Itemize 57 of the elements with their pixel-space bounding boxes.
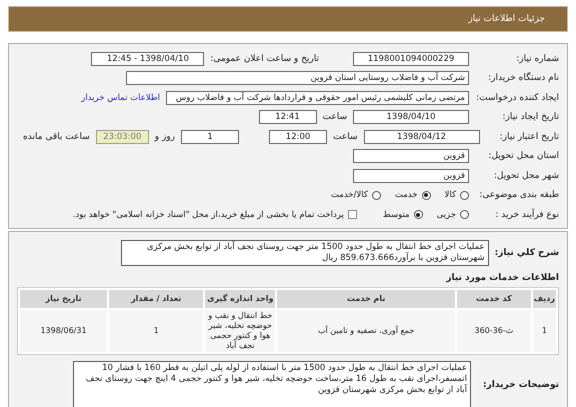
table-cell: خط انتقال و نقب و حوضچه تخلیه، شیر هوا و کنتور حجمی نجف آباد <box>205 310 276 352</box>
field-label: استان محل تحویل: <box>487 151 559 162</box>
buyer-org-field: شرکت آب و فاضلاب روستایی استان قزوین <box>126 71 469 86</box>
description-text: عملیات اجرای خط انتقال به طول حدود 1500 متر جهت روستای نجف آباد از توابع بخش مرکزی شهرستان قزوین با برآورد859.673.666 ریال <box>120 240 489 266</box>
field-label: شماره نیاز: <box>515 54 559 64</box>
announce-date-field: 1398/04/10 - 12:45 <box>91 52 204 66</box>
radio-label: خدمت <box>394 190 418 200</box>
radio-label: متوسط <box>382 210 410 220</box>
table-cell: 1 <box>109 310 204 352</box>
field-label: توضیحات خریدار: <box>483 380 559 390</box>
column-header: ردیف <box>532 290 556 308</box>
radio-label: کالا/خدمت <box>330 190 368 200</box>
buyer-contact-link[interactable]: اطلاعات تماس خریدار <box>81 92 160 103</box>
time-field: 12:00 <box>269 130 328 144</box>
radio-button[interactable] <box>372 190 381 200</box>
page-title: جزئیات اطلاعات نیاز <box>468 14 545 24</box>
field-label: طبقه بندی موضوعی: <box>478 190 559 200</box>
field-label: نام دستگاه خریدار: <box>487 73 559 84</box>
remaining-time-field: 23:03:00 <box>96 130 149 144</box>
table-cell: جمع آوری، تصفیه و تامین آب <box>277 310 456 352</box>
field-label: نوع فرآیند خرید : <box>494 210 559 220</box>
column-header: تعداد / مقدار <box>109 290 204 308</box>
column-header: کد خدمت <box>457 290 531 308</box>
field-label: ایجاد کننده درخواست: <box>475 92 559 103</box>
field-label: تاریخ اعتبار نیاز: <box>498 132 559 142</box>
time-label: ساعت <box>322 112 347 122</box>
radio-button[interactable] <box>422 190 431 200</box>
radio-button[interactable] <box>460 210 469 220</box>
date-field: 1398/04/12 <box>364 130 480 144</box>
column-header: تاریخ نیاز <box>20 290 107 308</box>
table-cell: 1398/06/31 <box>20 310 107 352</box>
days-field: 1 <box>181 130 240 144</box>
time-label: ساعت <box>333 132 358 142</box>
section-title: اطلاعات خدمات مورد نیاز <box>445 272 559 282</box>
time-field: 12:41 <box>258 110 316 124</box>
table-cell: ث-36-360 <box>457 310 531 352</box>
days-label: روز و <box>154 132 176 142</box>
radio-label: جزیی <box>436 210 456 220</box>
radio-button[interactable] <box>414 210 423 220</box>
field-label: شهر محل تحویل: <box>492 170 559 181</box>
field-label: تاریخ ایجاد نیاز: <box>501 112 559 122</box>
checkbox[interactable] <box>348 210 357 220</box>
buyer-notes-text: عملیات اجرای خط انتقال به طول حدود 1500 متر با استفاده از لوله پلی اتیلن به قطر 160 با فشار 10 اتمسفر،اجرای نقب به طول 16 متر،ساخت حوضچه تخلیه، شیر هوا و کنتور حجمی 4 اینچ جهت روستای نجف آباد از توابع بخش مرکزی شهرستان قزوین <box>73 360 472 407</box>
radio-label: کالا <box>444 190 456 200</box>
radio-button[interactable] <box>460 190 469 200</box>
table-cell: 1 <box>532 310 556 352</box>
field-label: شرح کلي نياز: <box>494 248 559 258</box>
remaining-label: ساعت باقی مانده <box>23 132 90 142</box>
column-header: نام خدمت <box>277 290 456 308</box>
checkbox-label: پرداخت تمام یا بخشی از مبلغ خرید،از محل "اسناد خزانه اسلامی" خواهد بود. <box>72 210 344 220</box>
city-field: قزوین <box>353 168 469 183</box>
requester-field: مرتضی زمانی کلیشمی رئیس امور حقوقی و قراردادها شرکت آب و فاضلاب روس <box>166 90 469 105</box>
date-field: 1398/04/10 <box>353 110 469 124</box>
field-label: تاریخ و ساعت اعلان عمومی: <box>210 54 319 64</box>
need-number-field: 1198001094000229 <box>353 52 469 66</box>
column-header: واحد اندازه گیری <box>205 290 276 308</box>
province-field: قزوین <box>353 149 469 164</box>
